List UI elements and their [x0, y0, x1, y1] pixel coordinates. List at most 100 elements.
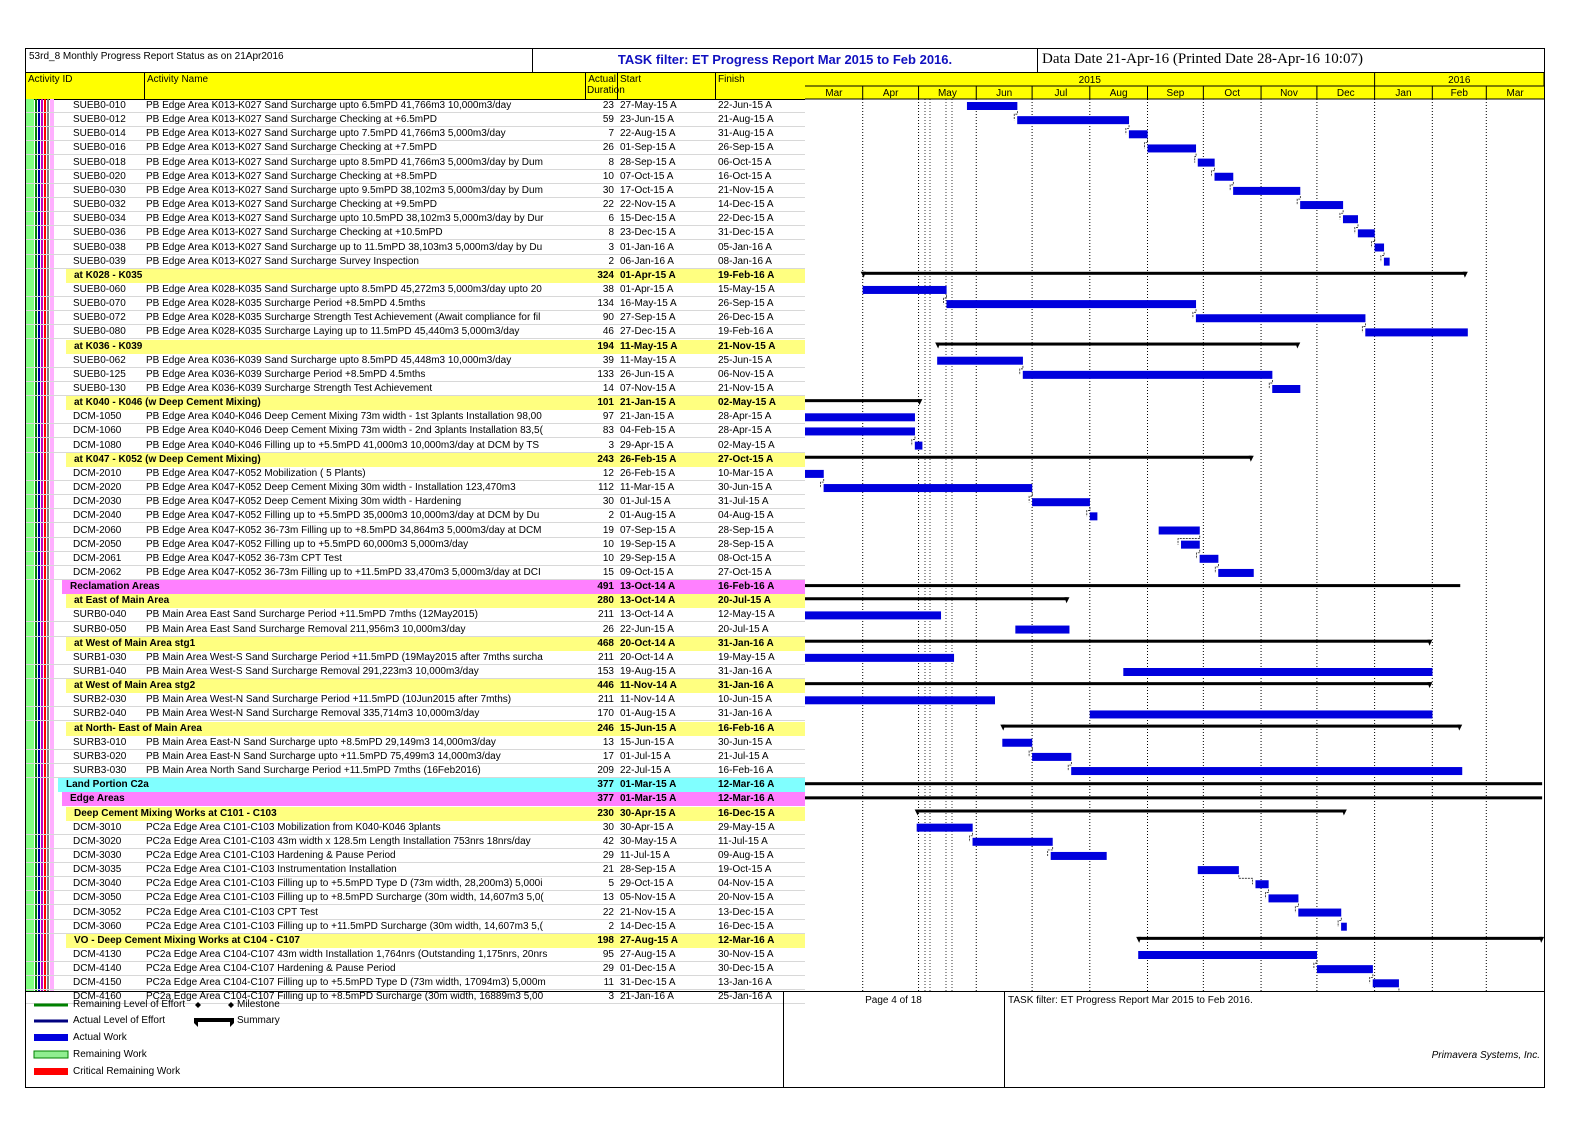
actual-work-bar[interactable] — [1071, 767, 1463, 776]
actual-work-bar[interactable] — [823, 484, 1033, 493]
table-row[interactable]: SURB2-040 PB Main Area West-N Sand Surcha… — [26, 707, 805, 722]
table-row[interactable]: DCM-2060 PB Edge Area K047-K052 36-73m Fi… — [26, 524, 805, 538]
table-row[interactable]: SURB0-040 PB Main Area East Sand Surcharg… — [26, 608, 805, 623]
actual-work-bar[interactable] — [1199, 554, 1219, 563]
actual-work-bar[interactable] — [1128, 130, 1148, 139]
table-row[interactable]: DCM-2040 PB Edge Area K047-K052 Filling u… — [26, 509, 805, 524]
table-row[interactable]: SUEB0-012 PB Edge Area K013-K027 Sand Sur… — [26, 113, 805, 128]
actual-work-bar[interactable] — [1316, 965, 1373, 974]
group-row[interactable]: Land Portion C2a 377 01-Mar-15 A 12-Mar-16 … — [58, 778, 805, 793]
group-row[interactable]: at K028 - K035 324 01-Apr-15 A 19-Feb-16 A — [66, 268, 805, 283]
table-row[interactable]: SUEB0-010 PB Edge Area K013-K027 Sand Sur… — [26, 99, 805, 113]
actual-work-bar[interactable] — [805, 427, 915, 436]
table-row[interactable]: DCM-3030 PC2a Edge Area C101-C103 Hardeni… — [26, 849, 805, 863]
table-row[interactable]: SUEB0-014 PB Edge Area K013-K027 Sand Sur… — [26, 127, 805, 142]
table-row[interactable]: DCM-2061 PB Edge Area K047-K052 36-73m CP… — [26, 552, 805, 566]
actual-work-bar[interactable] — [1357, 229, 1375, 238]
actual-work-bar[interactable] — [946, 300, 1197, 309]
table-row[interactable]: DCM-3060 PC2a Edge Area C101-C103 Filling… — [26, 920, 805, 934]
actual-work-bar[interactable] — [1372, 979, 1399, 988]
actual-work-bar[interactable] — [1214, 172, 1234, 181]
actual-work-bar[interactable] — [1032, 752, 1072, 761]
actual-work-bar[interactable] — [862, 285, 947, 294]
table-row[interactable]: SUEB0-032 PB Edge Area K013-K027 Sand Sur… — [26, 198, 805, 213]
table-row[interactable]: DCM-2020 PB Edge Area K047-K052 Deep Ceme… — [26, 481, 805, 496]
group-row[interactable]: at North- East of Main Area 246 15-Jun-15 … — [66, 721, 805, 736]
actual-work-bar[interactable] — [914, 441, 923, 450]
group-row[interactable]: at K040 - K046 (w Deep Cement Mixing) 101… — [66, 396, 805, 411]
table-row[interactable]: SUEB0-080 PB Edge Area K028-K035 Surcharg… — [26, 325, 805, 340]
actual-work-bar[interactable] — [1255, 880, 1269, 889]
col-finish[interactable]: Finish — [716, 73, 805, 99]
table-row[interactable]: SURB3-020 PB Main Area East-N Sand Surcha… — [26, 750, 805, 764]
actual-work-bar[interactable] — [1218, 568, 1254, 577]
group-row[interactable]: at K036 - K039 194 11-May-15 A 21-Nov-15 A — [66, 339, 805, 354]
actual-work-bar[interactable] — [966, 102, 1018, 110]
group-row[interactable]: at East of Main Area 280 13-Oct-14 A 20-Jul… — [66, 594, 805, 609]
group-row[interactable]: Reclamation Areas 491 13-Oct-14 A 16-Feb-16… — [62, 580, 805, 595]
actual-work-bar[interactable] — [1158, 526, 1200, 535]
table-row[interactable]: SUEB0-020 PB Edge Area K013-K027 Sand Sur… — [26, 170, 805, 184]
actual-work-bar[interactable] — [1298, 908, 1342, 917]
group-row[interactable]: at K047 - K052 (w Deep Cement Mixing) 243… — [66, 452, 805, 467]
col-activity-name[interactable]: Activity Name — [145, 73, 586, 99]
table-row[interactable]: SUEB0-125 PB Edge Area K036-K039 Surcharg… — [26, 368, 805, 382]
table-row[interactable]: DCM-3050 PC2a Edge Area C101-C103 Filling… — [26, 891, 805, 906]
table-row[interactable]: SUEB0-060 PB Edge Area K028-K035 Sand Sur… — [26, 283, 805, 297]
actual-work-bar[interactable] — [805, 413, 915, 422]
table-row[interactable]: DCM-3010 PC2a Edge Area C101-C103 Mobiliz… — [26, 821, 805, 835]
col-start[interactable]: Start — [618, 73, 716, 99]
actual-work-bar[interactable] — [1365, 328, 1468, 337]
actual-work-bar[interactable] — [1002, 738, 1033, 747]
actual-work-bar[interactable] — [972, 837, 1053, 846]
table-row[interactable]: DCM-4140 PC2a Edge Area C104-C107 Hardeni… — [26, 962, 805, 977]
actual-work-bar[interactable] — [916, 823, 973, 832]
actual-work-bar[interactable] — [1374, 243, 1385, 252]
table-row[interactable]: DCM-2030 PB Edge Area K047-K052 Deep Ceme… — [26, 495, 805, 510]
actual-work-bar[interactable] — [1300, 201, 1344, 210]
group-row[interactable]: at West of Main Area stg1 468 20-Oct-14 A 3… — [66, 636, 805, 651]
table-row[interactable]: SURB2-030 PB Main Area West-N Sand Surcha… — [26, 693, 805, 708]
col-actual-duration[interactable]: Actual Duration — [586, 73, 625, 99]
actual-work-bar[interactable] — [1050, 851, 1107, 860]
col-activity-id[interactable]: Activity ID — [26, 73, 145, 99]
table-row[interactable]: SUEB0-036 PB Edge Area K013-K027 Sand Sur… — [26, 226, 805, 241]
table-row[interactable]: DCM-1050 PB Edge Area K040-K046 Deep Ceme… — [26, 410, 805, 425]
table-row[interactable]: DCM-1060 PB Edge Area K040-K046 Deep Ceme… — [26, 424, 805, 439]
table-row[interactable]: DCM-3035 PC2a Edge Area C101-C103 Instrum… — [26, 863, 805, 878]
actual-work-bar[interactable] — [1015, 625, 1070, 634]
actual-work-bar[interactable] — [1017, 116, 1130, 125]
actual-work-bar[interactable] — [805, 469, 824, 478]
actual-work-bar[interactable] — [1147, 144, 1197, 153]
actual-work-bar[interactable] — [1342, 215, 1358, 224]
table-row[interactable]: SUEB0-034 PB Edge Area K013-K027 Sand Sur… — [26, 212, 805, 227]
table-row[interactable]: DCM-1080 PB Edge Area K040-K046 Filling u… — [26, 439, 805, 453]
actual-work-bar[interactable] — [1032, 498, 1090, 507]
actual-work-bar[interactable] — [1341, 922, 1347, 931]
table-row[interactable]: SUEB0-030 PB Edge Area K013-K027 Sand Sur… — [26, 184, 805, 198]
actual-work-bar[interactable] — [1195, 314, 1366, 323]
table-row[interactable]: SUEB0-018 PB Edge Area K013-K027 Sand Sur… — [26, 156, 805, 170]
actual-work-bar[interactable] — [805, 611, 942, 620]
actual-work-bar[interactable] — [1383, 257, 1390, 266]
table-row[interactable]: SUEB0-016 PB Edge Area K013-K027 Sand Sur… — [26, 141, 805, 156]
actual-work-bar[interactable] — [805, 696, 996, 705]
table-row[interactable]: SUEB0-072 PB Edge Area K028-K035 Surcharg… — [26, 311, 805, 326]
group-row[interactable]: Edge Areas 377 01-Mar-15 A 12-Mar-16 A — [62, 792, 805, 807]
table-row[interactable]: SUEB0-070 PB Edge Area K028-K035 Surcharg… — [26, 297, 805, 312]
actual-work-bar[interactable] — [805, 653, 955, 662]
actual-work-bar[interactable] — [1089, 710, 1433, 719]
table-row[interactable]: DCM-2062 PB Edge Area K047-K052 36-73m Fi… — [26, 566, 805, 580]
table-row[interactable]: SUEB0-130 PB Edge Area K036-K039 Surcharg… — [26, 382, 805, 396]
actual-work-bar[interactable] — [1272, 385, 1301, 393]
actual-work-bar[interactable] — [1022, 370, 1273, 379]
actual-work-bar[interactable] — [1181, 540, 1200, 549]
table-row[interactable]: SURB3-030 PB Main Area North Sand Surchar… — [26, 764, 805, 779]
table-row[interactable]: DCM-3020 PC2a Edge Area C101-C103 43m wid… — [26, 835, 805, 849]
table-row[interactable]: DCM-2050 PB Edge Area K047-K052 Filling u… — [26, 538, 805, 552]
actual-work-bar[interactable] — [1197, 866, 1239, 875]
table-row[interactable]: SUEB0-039 PB Edge Area K013-K027 Sand Sur… — [26, 255, 805, 269]
table-row[interactable]: SURB1-030 PB Main Area West-S Sand Surcha… — [26, 651, 805, 665]
group-row[interactable]: Deep Cement Mixing Works at C101 - C103 2… — [66, 806, 805, 821]
table-row[interactable]: DCM-4130 PC2a Edge Area C104-C107 43m wid… — [26, 948, 805, 962]
